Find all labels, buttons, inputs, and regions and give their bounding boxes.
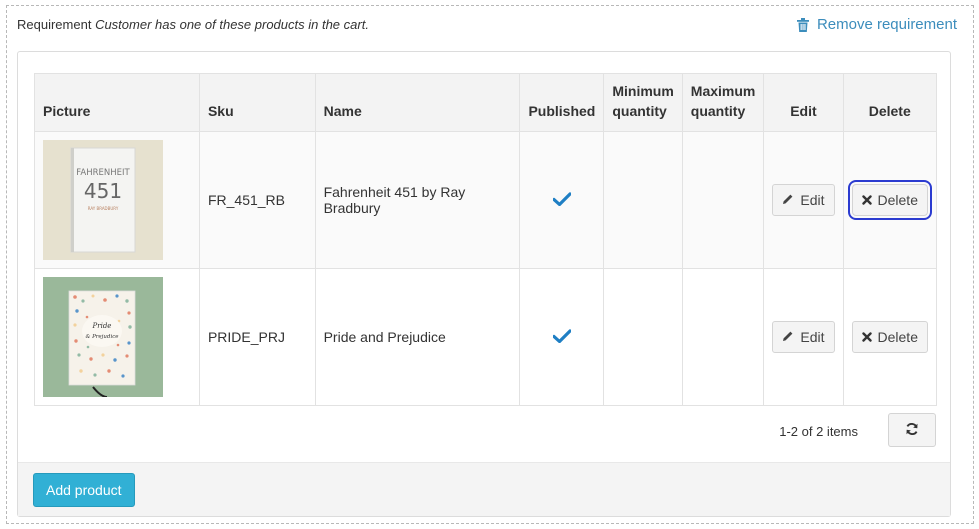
column-header-name[interactable]: Name (314, 73, 521, 132)
sku-cell: PRIDE_PRJ (198, 268, 316, 406)
add-product-button[interactable]: Add product (33, 473, 135, 507)
delete-button[interactable]: Delete (851, 321, 928, 353)
sku-cell: FR_451_RB (198, 131, 316, 269)
close-icon (861, 329, 872, 345)
trash-icon (796, 17, 809, 32)
name-cell: Fahrenheit 451 by Ray Bradbury (314, 131, 521, 269)
edit-cell: Edit (763, 268, 844, 406)
picture-cell: FAHRENHEIT 451 RAY BRADBURY (34, 131, 200, 269)
checkmark-icon (552, 328, 572, 346)
column-header-sku[interactable]: Sku (198, 73, 316, 132)
svg-text:RAY BRADBURY: RAY BRADBURY (88, 206, 119, 211)
delete-button-label: Delete (877, 329, 918, 345)
published-cell (519, 268, 605, 406)
pencil-icon (782, 329, 794, 345)
table-row: FAHRENHEIT 451 RAY BRADBURY FR_451_RB Fa… (34, 131, 937, 269)
column-header-min-quantity[interactable]: Minimum quantity (603, 73, 683, 132)
remove-requirement-label: Remove requirement (816, 16, 957, 33)
products-table: Picture Sku Name Published Minimum quanti… (34, 73, 937, 406)
svg-text:FAHRENHEIT: FAHRENHEIT (76, 168, 130, 178)
max-quantity-cell (681, 131, 765, 269)
requirement-label: Requirement (17, 17, 92, 32)
refresh-button[interactable] (888, 413, 936, 447)
refresh-icon (905, 422, 919, 439)
svg-text:451: 451 (84, 179, 122, 203)
min-quantity-cell (603, 268, 683, 406)
max-qty-line2: quantity (690, 103, 746, 119)
product-thumbnail-pride: Pride & Prejudice (43, 277, 163, 397)
svg-text:& Prejudice: & Prejudice (85, 334, 119, 340)
edit-button-label: Edit (800, 192, 825, 208)
panel-footer: Add product (18, 462, 950, 516)
min-qty-line2: quantity (612, 103, 667, 119)
remove-requirement-link[interactable]: Remove requirement (796, 16, 957, 33)
products-panel: Picture Sku Name Published Minimum quanti… (17, 51, 951, 517)
requirement-header: Requirement Customer has one of these pr… (17, 17, 369, 32)
edit-cell: Edit (763, 131, 844, 269)
max-quantity-cell (681, 268, 765, 406)
table-header-row: Picture Sku Name Published Minimum quanti… (34, 73, 937, 132)
published-cell (519, 131, 605, 269)
close-icon (861, 192, 872, 208)
name-cell: Pride and Prejudice (314, 268, 521, 406)
min-qty-line1: Minimum (612, 83, 674, 99)
min-quantity-cell (603, 131, 683, 269)
pencil-icon (782, 192, 794, 208)
pager-info: 1-2 of 2 items (779, 424, 858, 439)
delete-cell: Delete (842, 268, 937, 406)
checkmark-icon (552, 191, 572, 209)
picture-cell: Pride & Prejudice (34, 268, 200, 406)
product-thumbnail-fahrenheit: FAHRENHEIT 451 RAY BRADBURY (43, 140, 163, 260)
delete-cell: Delete (842, 131, 937, 269)
requirement-description: Customer has one of these products in th… (95, 17, 369, 32)
svg-text:Pride: Pride (92, 322, 112, 330)
column-header-published[interactable]: Published (519, 73, 605, 132)
column-header-max-quantity[interactable]: Maximum quantity (681, 73, 765, 132)
edit-button-label: Edit (800, 329, 825, 345)
edit-button[interactable]: Edit (772, 184, 835, 216)
column-header-delete: Delete (842, 73, 937, 132)
delete-button-label: Delete (877, 192, 918, 208)
edit-button[interactable]: Edit (772, 321, 835, 353)
max-qty-line1: Maximum (690, 83, 756, 99)
column-header-picture: Picture (34, 73, 200, 132)
delete-button[interactable]: Delete (847, 180, 933, 220)
requirement-container: Requirement Customer has one of these pr… (6, 5, 974, 524)
table-row: Pride & Prejudice PRIDE_PRJ Pride and Pr… (34, 268, 937, 406)
column-header-edit: Edit (763, 73, 844, 132)
